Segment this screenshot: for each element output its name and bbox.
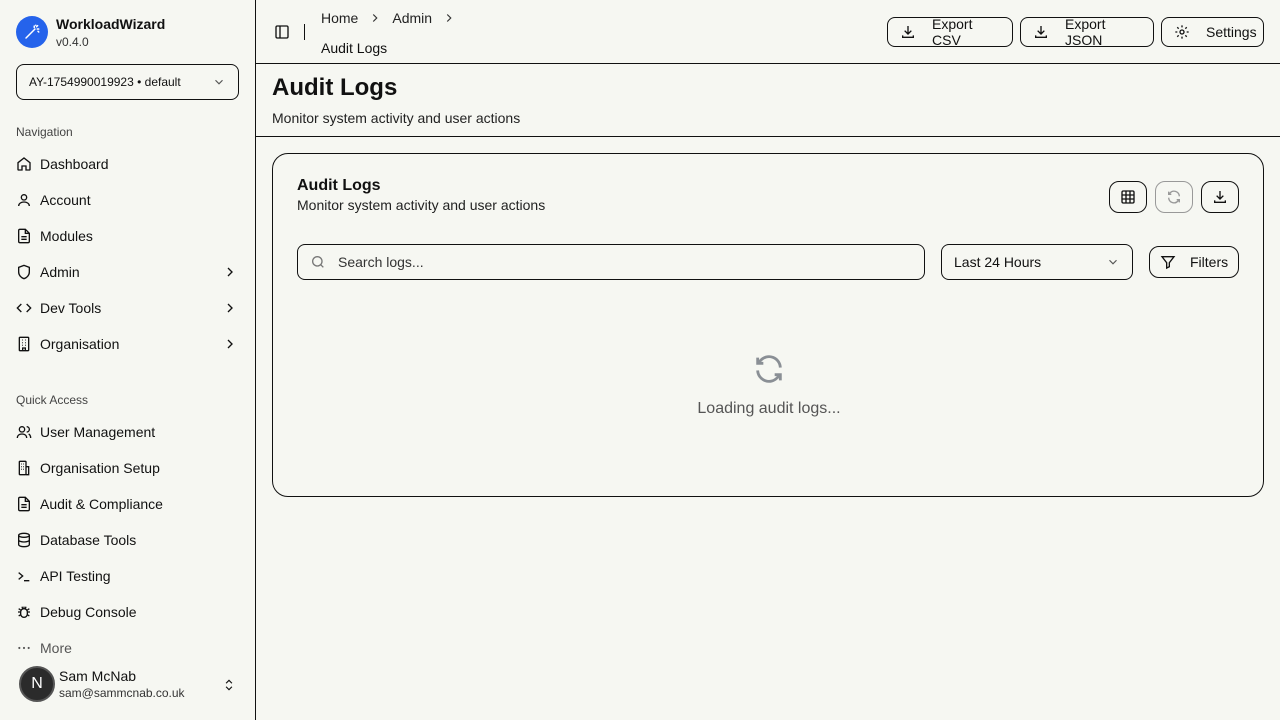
loading-spinner-icon [752,352,786,386]
sidebar-item-label: API Testing [40,568,111,584]
sidebar-item-audit-compliance[interactable]: Audit & Compliance [16,488,240,520]
user-email: sam@sammcnab.co.uk [59,686,185,700]
breadcrumb: Home Admin Audit Logs [321,10,466,56]
shield-icon [16,264,32,280]
card-title: Audit Logs [297,177,381,194]
home-icon [16,156,32,172]
sidebar-item-organisation[interactable]: Organisation [16,328,240,360]
chevron-down-icon [1106,255,1120,269]
building-icon [16,336,32,352]
sidebar-item-label: User Management [40,424,156,440]
ellipsis-icon [16,640,32,656]
navigation-label: Navigation [16,125,73,139]
download-icon [1212,189,1228,205]
file-icon [16,496,32,512]
sidebar-item-label: Database Tools [40,532,137,548]
chevron-down-icon [212,75,226,89]
gear-icon [1174,24,1190,40]
sidebar-item-admin[interactable]: Admin [16,256,240,288]
sidebar: WorkloadWizard v0.4.0 AY-1754990019923 •… [0,0,256,720]
building-icon [16,460,32,476]
user-name: Sam McNab [59,668,137,684]
settings-label: Settings [1206,24,1257,40]
time-range-select[interactable]: Last 24 Hours [941,244,1133,280]
users-icon [16,424,32,440]
chevron-right-icon [222,264,238,280]
sidebar-item-modules[interactable]: Modules [16,220,240,252]
terminal-icon [16,568,32,584]
loading-state: Loading audit logs... [273,352,1265,418]
sidebar-item-label: Admin [40,264,80,280]
sidebar-item-dev-tools[interactable]: Dev Tools [16,292,240,324]
table-view-button[interactable] [1109,181,1147,213]
sidebar-item-account[interactable]: Account [16,184,240,216]
chevrons-up-down-icon [222,678,236,692]
time-range-value: Last 24 Hours [954,254,1042,270]
file-icon [16,228,32,244]
sidebar-item-label: Account [40,192,91,208]
sidebar-item-label: Dashboard [40,156,109,172]
sidebar-item-database-tools[interactable]: Database Tools [16,524,240,556]
refresh-icon [1166,189,1182,205]
sidebar-item-label: Dev Tools [40,300,102,316]
topbar: Home Admin Audit Logs Export CSV Export … [256,0,1280,64]
wand-logo-icon [16,16,48,48]
search-icon [310,254,326,270]
download-button[interactable] [1201,181,1239,213]
divider [304,24,305,40]
quick-access-label: Quick Access [16,393,89,407]
page-subtitle: Monitor system activity and user actions [272,110,521,126]
sidebar-item-label: Organisation [40,336,120,352]
sidebar-item-api-testing[interactable]: API Testing [16,560,240,592]
chevron-right-icon [442,11,456,25]
chevron-right-icon [368,11,382,25]
filter-icon [1160,254,1176,270]
project-selector-value: AY-1754990019923 • default [29,75,181,89]
sidebar-item-label: Audit & Compliance [40,496,163,512]
app-version: v0.4.0 [56,35,89,49]
audit-logs-card: Audit Logs Monitor system activity and u… [272,153,1264,497]
brand[interactable]: WorkloadWizard v0.4.0 [16,16,165,49]
sidebar-item-user-management[interactable]: User Management [16,416,240,448]
export-json-button[interactable]: Export JSON [1020,16,1154,48]
loading-text: Loading audit logs... [697,400,841,417]
avatar: N [19,666,55,702]
sidebar-item-dashboard[interactable]: Dashboard [16,148,240,180]
page-title: Audit Logs [272,74,398,101]
filters-label: Filters [1190,254,1229,270]
database-icon [16,532,32,548]
sidebar-item-debug-console[interactable]: Debug Console [16,596,240,628]
breadcrumb-admin[interactable]: Admin [392,10,432,26]
code-icon [16,300,32,316]
sidebar-item-label: Debug Console [40,604,137,620]
sidebar-toggle-icon[interactable] [274,24,290,40]
user-icon [16,192,32,208]
filters-button[interactable]: Filters [1149,246,1239,278]
search-input[interactable] [338,254,898,270]
card-subtitle: Monitor system activity and user actions [297,197,546,213]
sidebar-item-more[interactable]: More [16,632,240,664]
export-csv-button[interactable]: Export CSV [887,16,1013,48]
user-menu[interactable]: N Sam McNab sam@sammcnab.co.uk [16,664,240,704]
sidebar-item-organisation-setup[interactable]: Organisation Setup [16,452,240,484]
download-icon [1033,24,1049,40]
refresh-button[interactable] [1155,181,1193,213]
sidebar-item-label: Organisation Setup [40,460,160,476]
chevron-right-icon [222,336,238,352]
search-field[interactable] [297,244,925,280]
app-name: WorkloadWizard [56,16,166,32]
export-csv-label: Export CSV [932,16,973,48]
chevron-right-icon [222,300,238,316]
export-json-label: Export JSON [1065,16,1106,48]
breadcrumb-current: Audit Logs [321,40,388,56]
page-header: Audit Logs Monitor system activity and u… [256,64,1280,137]
bug-icon [16,604,32,620]
sidebar-item-label: Modules [40,228,93,244]
settings-button[interactable]: Settings [1161,17,1264,47]
table-icon [1120,189,1136,205]
sidebar-item-label: More [40,640,72,656]
download-icon [900,24,916,40]
breadcrumb-home[interactable]: Home [321,10,358,26]
project-selector[interactable]: AY-1754990019923 • default [16,64,239,100]
